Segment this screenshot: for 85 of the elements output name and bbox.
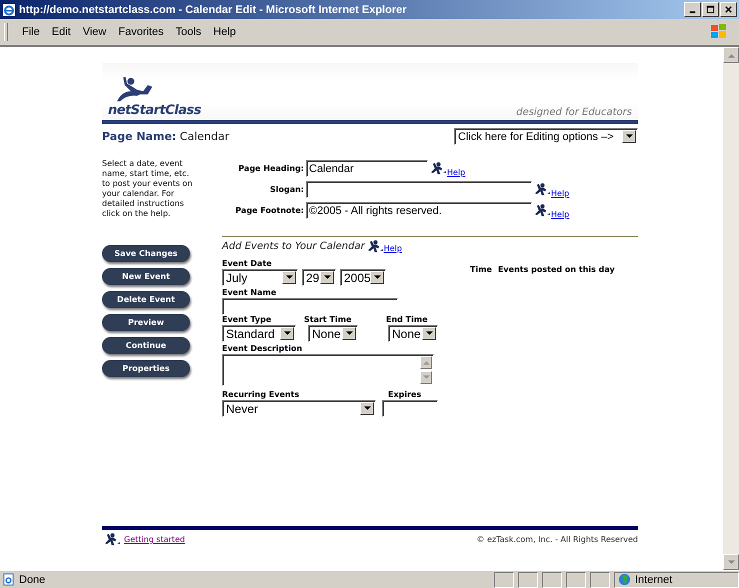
column-header: Time	[470, 265, 492, 276]
down-arrow-icon	[728, 560, 734, 564]
help-link[interactable]: Help	[384, 244, 402, 253]
status-pane	[542, 572, 562, 588]
section-title: Add Events to Your Calendar	[222, 241, 365, 252]
maximize-icon	[706, 5, 715, 14]
action-button[interactable]: Continue	[102, 337, 190, 354]
start-time-dropdown[interactable]: None	[308, 325, 358, 342]
caret-icon	[626, 134, 632, 139]
field-label: Slogan:	[268, 185, 304, 194]
field-label: End Time	[386, 315, 429, 325]
column-header: Events posted on this day	[498, 265, 615, 276]
status-pane	[518, 572, 538, 588]
down-arrow-icon	[422, 375, 430, 380]
window-title: http://demo.netstartclass.com - Calendar Edit - Microsoft Internet Explorer	[19, 4, 408, 16]
page-icon	[2, 573, 15, 586]
day-dropdown[interactable]: 29	[302, 269, 336, 286]
action-button[interactable]: Preview	[102, 314, 190, 331]
scroll-up-button[interactable]	[420, 356, 432, 369]
getting-started-link[interactable]: Getting started	[124, 535, 185, 544]
field-label: Event Date	[222, 259, 272, 269]
logo-text: netStartClass	[108, 103, 202, 118]
help-figure-icon	[104, 533, 121, 546]
field-label: Event Name	[222, 288, 276, 298]
action-button[interactable]: New Event	[102, 268, 190, 285]
scroll-down-button[interactable]	[420, 371, 432, 384]
caret-icon	[346, 331, 352, 336]
menu-item[interactable]: View	[76, 26, 112, 38]
globe-icon	[618, 573, 631, 586]
field-label: Recurring Events	[222, 390, 300, 400]
month-dropdown[interactable]: July	[222, 269, 298, 286]
caret-icon	[284, 331, 290, 336]
status-pane	[590, 572, 610, 588]
help-figure-icon	[366, 240, 384, 253]
menu-item[interactable]: File	[16, 26, 46, 38]
text-field[interactable]: ©2005 - All rights reserved.	[306, 202, 532, 219]
caret-icon	[364, 406, 370, 411]
help-link[interactable]: Help	[551, 210, 570, 219]
menu-item[interactable]: Favorites	[112, 26, 170, 38]
scroll-down-button[interactable]	[723, 554, 739, 570]
action-button[interactable]: Properties	[102, 360, 190, 377]
end-time-dropdown[interactable]: None	[388, 325, 438, 342]
tagline: designed for Educators	[516, 107, 632, 118]
status-pane	[566, 572, 586, 588]
description-text-area[interactable]	[222, 354, 434, 386]
recurring-dropdown[interactable]: Never	[222, 400, 376, 417]
caret-icon	[324, 275, 330, 280]
close-button[interactable]	[720, 2, 737, 17]
maximize-button[interactable]	[702, 2, 719, 17]
action-button[interactable]: Save Changes	[102, 245, 190, 262]
help-figure-icon	[534, 204, 551, 217]
action-button[interactable]: Delete Event	[102, 291, 190, 308]
help-link[interactable]: Help	[447, 168, 466, 177]
field-label: Event Description	[222, 344, 302, 354]
instructions-text: Select a date, event name, start time, etc. to post your events on your calendar. For detailed instructions click on the help.	[102, 159, 194, 219]
caret-icon	[374, 275, 380, 280]
scrollbar[interactable]	[723, 47, 739, 570]
status-text: Done	[19, 574, 46, 586]
field-label: Start Time	[304, 315, 352, 325]
close-icon	[724, 5, 733, 14]
help-figure-icon	[430, 162, 447, 175]
menu-item[interactable]: Edit	[46, 26, 77, 38]
year-dropdown[interactable]: 2005	[340, 269, 386, 286]
menu-item[interactable]: Help	[207, 26, 242, 38]
minimize-button[interactable]	[684, 2, 701, 17]
help-link[interactable]: Help	[551, 189, 570, 198]
event-type-dropdown[interactable]: Standard	[222, 325, 296, 342]
field-label: Expires	[388, 390, 422, 400]
help-figure-icon	[534, 183, 551, 196]
status-pane	[494, 572, 514, 588]
text-field[interactable]: Calendar	[306, 160, 428, 177]
page-name-label: Page Name: Calendar	[102, 130, 230, 143]
security-zone-text: Internet	[635, 574, 672, 586]
field-label: Page Heading:	[237, 164, 304, 173]
caret-icon	[426, 331, 432, 336]
field-label: Page Footnote:	[234, 206, 304, 215]
caret-icon	[286, 275, 292, 280]
up-arrow-icon	[728, 52, 734, 58]
copyright-text: © ezTask.com, Inc. - All Rights Reserved	[476, 535, 638, 544]
field-label: Event Type	[222, 315, 272, 325]
editing-options-dropdown[interactable]: Click here for Editing options –>	[454, 128, 638, 145]
up-arrow-icon	[422, 360, 430, 365]
menu-item[interactable]: Tools	[170, 26, 208, 38]
browser-icon	[2, 2, 16, 16]
scroll-up-button[interactable]	[723, 47, 739, 63]
